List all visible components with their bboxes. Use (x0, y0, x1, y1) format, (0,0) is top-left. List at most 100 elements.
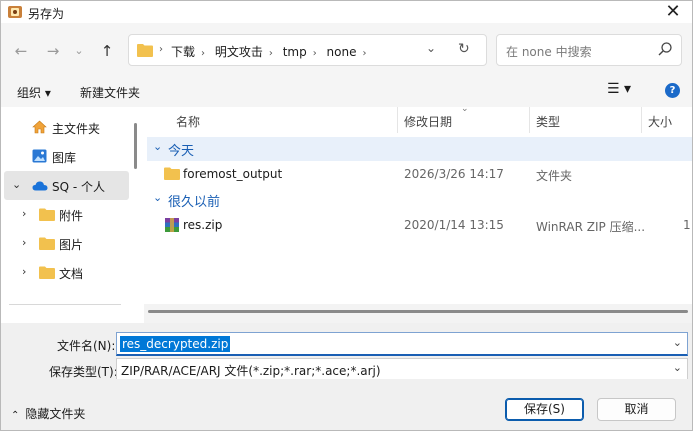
close-icon: ✕ (665, 1, 681, 22)
filetype-select[interactable]: ZIP/RAR/ACE/ARJ 文件(*.zip;*.rar;*.ace;*.a… (116, 358, 688, 380)
command-bar: 组织 ▾ 新建文件夹 ☰ ▾ ? (1, 75, 692, 107)
close-button[interactable]: ✕ (660, 2, 686, 22)
column-header-date[interactable]: 修改日期 (404, 113, 452, 130)
group-header-long-ago[interactable]: ⌄ 很久以前 (147, 188, 692, 212)
back-button[interactable]: ← (11, 41, 31, 61)
file-list: ⌄ 名称 修改日期 类型 大小 ⌄ 今天 foremost_output 202… (144, 104, 692, 323)
sidebar-item-label: 主文件夹 (52, 122, 101, 136)
chevron-right-icon: › (159, 44, 163, 55)
file-row[interactable]: res.zip 2020/1/14 13:15 WinRAR ZIP 压缩...… (147, 213, 692, 237)
chevron-right-icon: › (268, 48, 273, 59)
chevron-down-icon[interactable]: ⌄ (12, 178, 21, 191)
sidebar-item-attachments[interactable]: › 附件 (1, 200, 129, 229)
chevron-right-icon: › (201, 48, 206, 59)
dialog-footer: ⌃ 隐藏文件夹 保存(S) 取消 (1, 379, 692, 430)
filetype-label: 保存类型(T): (49, 365, 118, 379)
filename-label: 文件名(N): (57, 339, 116, 353)
up-button[interactable]: ↑ (97, 41, 117, 61)
arrow-up-icon: ↑ (100, 42, 114, 60)
column-divider[interactable] (529, 107, 530, 133)
save-fields: 文件名(N): res_decrypted.zip ⌄ 保存类型(T): ZIP… (1, 323, 692, 380)
view-options-button[interactable]: ☰ ▾ (607, 81, 631, 97)
column-divider[interactable] (641, 107, 642, 133)
help-icon[interactable]: ? (665, 83, 680, 98)
cancel-button[interactable]: 取消 (597, 398, 676, 421)
chevron-right-icon: › (362, 48, 367, 59)
sidebar-item-gallery[interactable]: 图库 (1, 142, 129, 171)
horizontal-scrollbar[interactable] (148, 310, 688, 313)
chevron-down-icon: ⌄ (74, 44, 84, 57)
sidebar-scrollbar[interactable] (134, 123, 137, 169)
group-label: 今天 (168, 144, 195, 159)
winrar-archive-icon (165, 218, 179, 232)
sidebar-item-label: SQ - 个人 (52, 180, 106, 194)
search-placeholder: 在 none 中搜索 (506, 45, 592, 59)
column-divider[interactable] (397, 107, 398, 133)
breadcrumb-item[interactable]: 明文攻击 (215, 45, 263, 59)
filename-field[interactable]: res_decrypted.zip ⌄ (116, 332, 688, 356)
column-header-size[interactable]: 大小 (648, 113, 672, 130)
column-header-name[interactable]: 名称 (176, 113, 200, 130)
title-bar: 另存为 ✕ (1, 1, 692, 23)
sidebar-item-label: 图库 (52, 151, 77, 165)
file-name: res.zip (183, 218, 223, 232)
sidebar-item-pictures[interactable]: › 图片 (1, 229, 129, 258)
address-dropdown-button[interactable]: ⌄ (426, 41, 436, 55)
refresh-icon[interactable]: ↻ (458, 41, 470, 57)
arrow-left-icon: ← (14, 42, 28, 60)
chevron-right-icon: › (312, 48, 317, 59)
app-icon (8, 6, 22, 18)
chevron-down-icon: ⌄ (672, 361, 682, 374)
sidebar-item-documents[interactable]: › 文档 (1, 258, 129, 287)
folder-icon (39, 208, 55, 221)
file-date: 2020/1/14 13:15 (404, 218, 504, 232)
horizontal-scrollbar-track (144, 304, 692, 323)
home-icon (32, 120, 47, 134)
navigation-bar: ← → ⌄ ↑ › 下载› 明文攻击› tmp› none› ⌄ ↻ 在 (1, 23, 692, 75)
folder-icon (39, 237, 55, 250)
folder-icon (137, 44, 153, 57)
address-bar[interactable]: › 下载 › 明文攻击 › tmp › none › ⌄ ↻ (128, 34, 487, 66)
sort-indicator-icon: ⌄ (461, 104, 469, 114)
file-type: 文件夹 (536, 169, 573, 183)
sidebar-item-label: 图片 (59, 238, 84, 252)
group-label: 很久以前 (168, 195, 221, 210)
hide-folders-toggle[interactable]: ⌃ 隐藏文件夹 (11, 405, 85, 422)
filename-value[interactable]: res_decrypted.zip (120, 336, 231, 352)
sidebar-item-home[interactable]: 主文件夹 (1, 113, 129, 142)
folder-icon (164, 167, 180, 180)
breadcrumb-item[interactable]: 下载 (171, 45, 195, 59)
breadcrumb-item[interactable]: none (327, 45, 357, 59)
hide-folders-label: 隐藏文件夹 (25, 407, 86, 421)
save-button[interactable]: 保存(S) (505, 398, 584, 421)
folder-icon (39, 266, 55, 279)
chevron-down-icon[interactable]: ⌄ (673, 336, 682, 349)
file-row[interactable]: foremost_output 2026/3/26 14:17 文件夹 (147, 162, 692, 186)
breadcrumb: 下载 › 明文攻击 › tmp › none › (171, 43, 372, 60)
chevron-down-icon: ⌄ (153, 191, 163, 204)
sidebar-divider (9, 304, 121, 305)
dialog-title: 另存为 (28, 7, 65, 21)
file-type: WinRAR ZIP 压缩... (536, 220, 646, 234)
file-date: 2026/3/26 14:17 (404, 167, 504, 181)
chevron-right-icon[interactable]: › (22, 207, 26, 220)
chevron-up-icon: ⌃ (11, 410, 20, 421)
gallery-icon (32, 149, 47, 163)
group-header-today[interactable]: ⌄ 今天 (147, 137, 692, 161)
cloud-icon (32, 181, 48, 191)
sidebar-item-onedrive[interactable]: ⌄ SQ - 个人 (4, 171, 129, 200)
file-name: foremost_output (183, 167, 283, 181)
chevron-down-icon: ⌄ (153, 140, 163, 153)
sidebar-item-label: 文档 (59, 267, 84, 281)
recent-locations-button[interactable]: ⌄ (69, 41, 89, 61)
column-header-type[interactable]: 类型 (536, 113, 560, 130)
chevron-right-icon[interactable]: › (22, 265, 26, 278)
navigation-pane: 主文件夹 图库 ⌄ SQ - 个人 › 附件 › 图片 › 文档 (1, 107, 141, 323)
breadcrumb-item[interactable]: tmp (283, 45, 307, 59)
new-folder-button[interactable]: 新建文件夹 (80, 84, 140, 101)
forward-button[interactable]: → (43, 41, 63, 61)
filetype-value: ZIP/RAR/ACE/ARJ 文件(*.zip;*.rar;*.ace;*.a… (121, 364, 381, 378)
chevron-right-icon[interactable]: › (22, 236, 26, 249)
organize-button[interactable]: 组织 ▾ (17, 84, 51, 101)
search-input[interactable]: 在 none 中搜索 (496, 34, 682, 66)
